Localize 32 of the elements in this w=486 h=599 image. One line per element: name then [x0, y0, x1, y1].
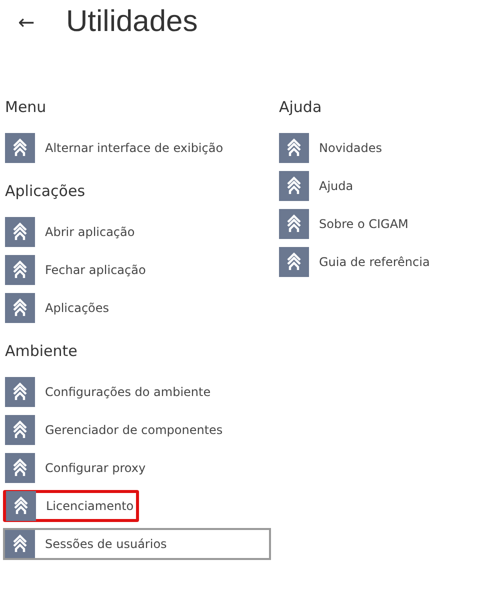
back-button[interactable]: ←	[18, 10, 66, 34]
menu-item[interactable]: Ajuda	[277, 170, 368, 202]
menu-item[interactable]: Licenciamento	[3, 490, 139, 522]
app-logo-icon	[279, 247, 309, 277]
app-logo-icon	[279, 133, 309, 163]
menu-item[interactable]: Configurações do ambiente	[3, 376, 225, 408]
app-logo-icon	[279, 209, 309, 239]
app-logo-icon	[5, 377, 35, 407]
menu-item[interactable]: Gerenciador de componentes	[3, 414, 237, 446]
page-title: Utilidades	[66, 5, 198, 39]
app-logo-icon	[5, 453, 35, 483]
menu-item[interactable]: Sobre o CIGAM	[277, 208, 422, 240]
app-logo-icon	[5, 133, 35, 163]
menu-item[interactable]: Fechar aplicação	[3, 254, 160, 286]
app-logo-icon	[5, 255, 35, 285]
menu-item[interactable]: Sessões de usuários	[3, 528, 271, 560]
section-heading: Menu	[5, 98, 48, 116]
app-logo-icon	[5, 529, 35, 559]
section-heading: Aplicações	[5, 182, 86, 200]
menu-item[interactable]: Abrir aplicação	[3, 216, 149, 248]
menu-item[interactable]: Novidades	[277, 132, 396, 164]
app-logo-icon	[6, 491, 36, 521]
section-heading: Ambiente	[5, 342, 78, 360]
menu-item[interactable]: Alternar interface de exibição	[3, 132, 238, 164]
app-logo-icon	[5, 293, 35, 323]
menu-item[interactable]: Guia de referência	[277, 246, 444, 278]
app-logo-icon	[5, 217, 35, 247]
app-logo-icon	[5, 415, 35, 445]
section-heading: Ajuda	[279, 98, 323, 116]
app-logo-icon	[279, 171, 309, 201]
menu-item[interactable]: Aplicações	[3, 292, 124, 324]
menu-item[interactable]: Configurar proxy	[3, 452, 160, 484]
